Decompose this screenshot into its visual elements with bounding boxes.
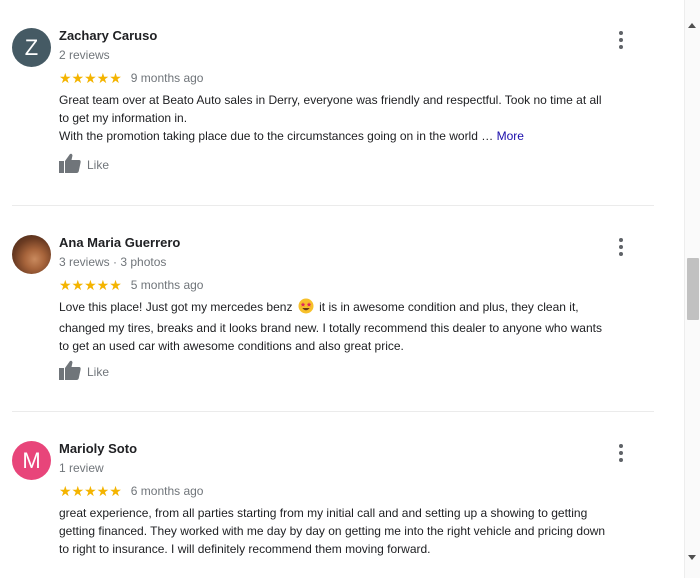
review-time: 9 months ago [130, 71, 204, 85]
review-text-fragment: Love this place! Just got my mercedes be… [59, 300, 293, 314]
review-text-fragment: it is in awesome condition and plus, the… [319, 300, 579, 314]
thumbs-up-icon [59, 360, 81, 385]
like-button[interactable]: Like [59, 360, 110, 385]
review-text: Great team over at Beato Auto sales in D… [59, 91, 655, 145]
reviewer-name[interactable]: Ana Maria Guerrero [59, 235, 180, 251]
reviewer-stats: 2 reviews [59, 48, 110, 62]
like-button[interactable]: Like [59, 153, 110, 178]
reviewer-name[interactable]: Marioly Soto [59, 441, 137, 457]
avatar[interactable] [12, 235, 51, 274]
more-options-icon[interactable] [614, 442, 628, 464]
avatar[interactable]: Z [12, 28, 51, 67]
more-options-icon[interactable] [614, 29, 628, 51]
review-text-fragment: With the promotion taking place due to t… [59, 129, 497, 143]
review-text-line: With the promotion taking place due to t… [59, 127, 655, 145]
review-time: 6 months ago [130, 484, 204, 498]
review-text-line: getting financed. They worked with me da… [59, 524, 606, 538]
scroll-down-arrow-icon[interactable] [688, 555, 696, 560]
review-text-line: great experience, from all parties start… [59, 506, 588, 520]
like-label: Like [87, 365, 110, 379]
like-label: Like [87, 158, 110, 172]
star-struck-emoji-icon [298, 298, 314, 319]
review-card: Ana Maria Guerrero 3 reviews · 3 photos … [12, 235, 654, 395]
review-text-line: to get an used car with awesome conditio… [59, 339, 404, 353]
review-text-line: Love this place! Just got my mercedes be… [59, 298, 655, 319]
review-text-line: to get my information in. [59, 111, 188, 125]
star-rating: ★★★★★ [59, 483, 122, 499]
scroll-up-arrow-icon[interactable] [688, 23, 696, 28]
reviews-list: Z Zachary Caruso 2 reviews ★★★★★ 9 month… [0, 0, 672, 578]
rating-row: ★★★★★ 6 months ago [59, 483, 203, 499]
star-rating: ★★★★★ [59, 277, 122, 293]
vertical-scrollbar[interactable] [684, 0, 700, 578]
thumbs-up-icon [59, 153, 81, 178]
more-options-icon[interactable] [614, 236, 628, 258]
reviewer-stats: 3 reviews · 3 photos [59, 255, 167, 269]
divider [12, 205, 654, 206]
review-text: great experience, from all parties start… [59, 504, 655, 558]
reviewer-name[interactable]: Zachary Caruso [59, 28, 157, 44]
rating-row: ★★★★★ 9 months ago [59, 70, 203, 86]
avatar[interactable]: M [12, 441, 51, 480]
review-time: 5 months ago [130, 278, 204, 292]
review-text-line: Great team over at Beato Auto sales in D… [59, 93, 602, 107]
more-link[interactable]: More [497, 129, 524, 143]
review-text-line: changed my tires, breaks and it looks br… [59, 321, 602, 335]
divider [12, 411, 654, 412]
review-text-line: to right to insurance. I will definitely… [59, 542, 431, 556]
star-rating: ★★★★★ [59, 70, 122, 86]
reviewer-stats: 1 review [59, 461, 104, 475]
review-card: Z Zachary Caruso 2 reviews ★★★★★ 9 month… [12, 28, 654, 188]
review-card: M Marioly Soto 1 review ★★★★★ 6 months a… [12, 441, 654, 578]
review-text: Love this place! Just got my mercedes be… [59, 298, 655, 355]
scrollbar-thumb[interactable] [687, 258, 699, 320]
rating-row: ★★★★★ 5 months ago [59, 277, 203, 293]
